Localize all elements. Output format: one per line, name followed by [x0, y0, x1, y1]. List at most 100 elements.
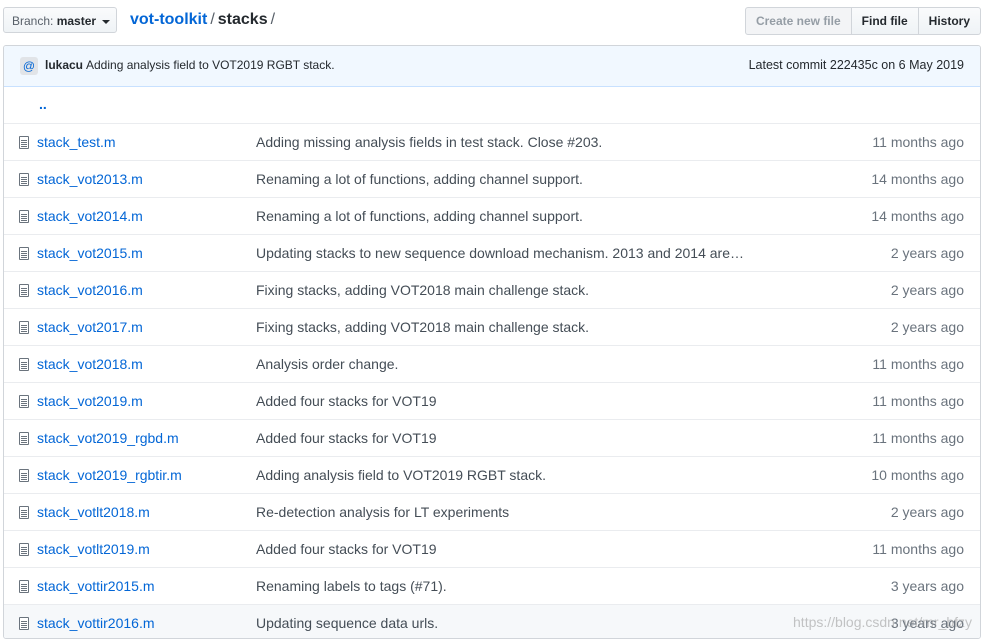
table-row: stack_vot2019_rgbd.m Added four stacks fo…: [4, 419, 980, 456]
table-row: stack_vottir2015.m Renaming labels to tag…: [4, 567, 980, 604]
table-row: stack_votlt2019.m Added four stacks for V…: [4, 530, 980, 567]
file-age: 2 years ago: [890, 282, 964, 298]
commit-message-text: Fixing stacks, adding VOT2018 main chall…: [256, 319, 590, 335]
commit-message-text: Renaming a lot of functions, adding chan…: [256, 208, 583, 224]
file-age: 11 months ago: [872, 430, 964, 446]
file-navigation: Branch: master vot-toolkit / stacks / Creat…: [0, 0, 985, 42]
file-age: 3 years ago: [890, 578, 964, 594]
parent-directory-link[interactable]: ..: [39, 96, 47, 112]
breadcrumb-separator: /: [210, 11, 215, 28]
file-name-link[interactable]: stack_test.m: [37, 134, 116, 150]
watermark: https://blog.csdn.net/mr_bfzy: [793, 614, 972, 630]
table-row: stack_test.m Adding missing analysis fiel…: [4, 123, 980, 160]
branch-select-button[interactable]: Branch: master: [3, 7, 117, 33]
file-icon: [19, 321, 29, 334]
commit-message[interactable]: Adding analysis field to VOT2019 RGBT st…: [86, 58, 335, 72]
file-age: 11 months ago: [872, 393, 964, 409]
author-avatar-icon[interactable]: @: [20, 57, 38, 75]
file-commit-message[interactable]: Renaming labels to tags (#71).: [256, 578, 756, 594]
file-age: 11 months ago: [872, 356, 964, 372]
file-name-link[interactable]: stack_vot2013.m: [37, 171, 143, 187]
file-commit-message[interactable]: Added four stacks for VOT19: [256, 430, 756, 446]
file-age: 10 months ago: [871, 467, 964, 483]
file-icon: [19, 284, 29, 297]
commit-message-text: Adding analysis field to VOT2019 RGBT st…: [256, 467, 546, 483]
issue-reference[interactable]: #203.: [563, 134, 602, 150]
branch-name: master: [56, 14, 97, 28]
commit-message-text: Updating stacks to new sequence download…: [256, 245, 744, 261]
file-age: 11 months ago: [872, 541, 964, 557]
breadcrumb-separator-trailing: /: [270, 11, 276, 28]
breadcrumb: vot-toolkit / stacks /: [130, 9, 278, 31]
table-row: stack_vot2017.m Fixing stacks, adding VOT…: [4, 308, 980, 345]
file-name-link[interactable]: stack_vot2015.m: [37, 245, 143, 261]
table-row: stack_vot2019_rgbtir.m Adding analysis fi…: [4, 456, 980, 493]
file-commit-message[interactable]: Analysis order change.: [256, 356, 756, 372]
branch-label: Branch:: [12, 14, 54, 28]
file-icon: [19, 136, 29, 149]
file-age: 2 years ago: [890, 504, 964, 520]
issue-keyword[interactable]: Close: [527, 134, 564, 150]
table-row: stack_vot2015.m Updating stacks to new se…: [4, 234, 980, 271]
table-row: stack_votlt2018.m Re-detection analysis f…: [4, 493, 980, 530]
file-name-link[interactable]: stack_vot2019.m: [37, 393, 143, 409]
history-button[interactable]: History: [918, 7, 981, 35]
file-commit-message[interactable]: Adding analysis field to VOT2019 RGBT st…: [256, 467, 756, 483]
file-icon: [19, 469, 29, 482]
file-name-link[interactable]: stack_votlt2018.m: [37, 504, 150, 520]
file-icon: [19, 210, 29, 223]
file-name-link[interactable]: stack_vot2019_rgbd.m: [37, 430, 179, 446]
file-name-link[interactable]: stack_vottir2016.m: [37, 615, 155, 631]
table-row: stack_vot2013.m Renaming a lot of functio…: [4, 160, 980, 197]
file-icon: [19, 506, 29, 519]
file-commit-message[interactable]: Fixing stacks, adding VOT2018 main chall…: [256, 319, 756, 335]
parent-directory-row: ..: [4, 87, 980, 123]
file-name-link[interactable]: stack_vot2017.m: [37, 319, 143, 335]
commit-author[interactable]: lukacu: [45, 58, 83, 72]
latest-commit-bar: @ lukacu Adding analysis field to VOT201…: [4, 46, 980, 87]
table-row: stack_vot2014.m Renaming a lot of functio…: [4, 197, 980, 234]
file-actions: Create new file Find file History: [744, 7, 981, 35]
commit-message-text: Renaming a lot of functions, adding chan…: [256, 171, 583, 187]
file-name-link[interactable]: stack_votlt2019.m: [37, 541, 150, 557]
file-rows: stack_test.m Adding missing analysis fiel…: [4, 123, 980, 638]
file-commit-message[interactable]: Updating sequence data urls.: [256, 615, 756, 631]
file-age: 2 years ago: [890, 319, 964, 335]
create-new-file-button[interactable]: Create new file: [744, 7, 852, 35]
caret-down-icon: [102, 19, 111, 24]
file-commit-message[interactable]: Renaming a lot of functions, adding chan…: [256, 171, 756, 187]
file-commit-message[interactable]: Added four stacks for VOT19: [256, 393, 756, 409]
commit-message-text: Renaming labels to tags (#71).: [256, 578, 447, 594]
file-name-link[interactable]: stack_vot2018.m: [37, 356, 143, 372]
table-row: stack_vot2018.m Analysis order change. 11 …: [4, 345, 980, 382]
commit-message-text: Re-detection analysis for LT experiments: [256, 504, 510, 520]
file-commit-message[interactable]: Adding missing analysis fields in test s…: [256, 134, 756, 150]
file-age: 2 years ago: [890, 245, 964, 261]
file-icon: [19, 395, 29, 408]
file-commit-message[interactable]: Updating stacks to new sequence download…: [256, 245, 756, 261]
file-name-link[interactable]: stack_vot2014.m: [37, 208, 143, 224]
file-icon: [19, 432, 29, 445]
file-name-link[interactable]: stack_vottir2015.m: [37, 578, 155, 594]
find-file-button[interactable]: Find file: [851, 7, 919, 35]
commit-message-text: Added four stacks for VOT19: [256, 430, 437, 446]
file-name-link[interactable]: stack_vot2019_rgbtir.m: [37, 467, 182, 483]
table-row: stack_vot2016.m Fixing stacks, adding VOT…: [4, 271, 980, 308]
file-icon: [19, 173, 29, 186]
commit-message-text: Adding missing analysis fields in test s…: [256, 134, 528, 150]
file-age: 14 months ago: [871, 171, 964, 187]
commit-message-text: Added four stacks for VOT19: [256, 393, 437, 409]
file-icon: [19, 247, 29, 260]
file-commit-message[interactable]: Re-detection analysis for LT experiments: [256, 504, 756, 520]
file-commit-message[interactable]: Added four stacks for VOT19: [256, 541, 756, 557]
commit-message-text: Added four stacks for VOT19: [256, 541, 437, 557]
breadcrumb-repo-link[interactable]: vot-toolkit: [130, 11, 207, 28]
latest-commit-info[interactable]: Latest commit 222435c on 6 May 2019: [749, 58, 964, 72]
file-commit-message[interactable]: Renaming a lot of functions, adding chan…: [256, 208, 756, 224]
file-icon: [19, 580, 29, 593]
file-commit-message[interactable]: Fixing stacks, adding VOT2018 main chall…: [256, 282, 756, 298]
file-icon: [19, 543, 29, 556]
file-name-link[interactable]: stack_vot2016.m: [37, 282, 143, 298]
table-row: stack_vot2019.m Added four stacks for VOT…: [4, 382, 980, 419]
file-icon: [19, 358, 29, 371]
